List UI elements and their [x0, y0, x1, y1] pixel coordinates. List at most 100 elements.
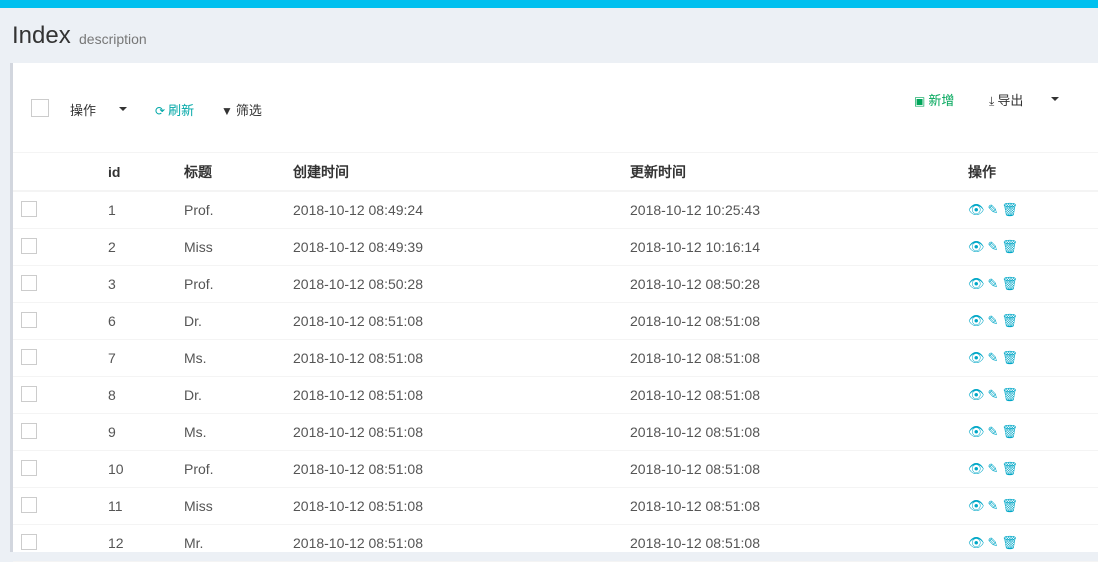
filter-button[interactable]: ▼ 筛选 [221, 100, 262, 119]
refresh-icon: ⟳ [155, 104, 166, 118]
filter-icon: ▼ [221, 104, 233, 118]
table-row: 3 Prof. 2018-10-12 08:50:28 2018-10-12 08:5… [13, 265, 1098, 303]
trash-icon[interactable]: 🗑 [1001, 387, 1019, 403]
table-header-row: id 标题 创建时间 更新时间 操作 [13, 152, 1098, 192]
cell-title: Ms. [184, 413, 293, 451]
trash-icon[interactable]: 🗑 [1001, 535, 1019, 551]
edit-icon[interactable]: ✎ [988, 202, 1000, 218]
cell-updated: 2018-10-12 08:50:28 [630, 265, 968, 303]
trash-icon[interactable]: 🗑 [1001, 424, 1019, 440]
cell-title: Mr. [184, 524, 293, 562]
row-checkbox[interactable] [21, 311, 37, 328]
data-table: id 标题 创建时间 更新时间 操作 1 Prof. 2018-10-12 08:4… [13, 152, 1098, 562]
eye-icon[interactable]: 👁 [968, 350, 986, 366]
new-label: 新增 [928, 93, 955, 108]
row-checkbox[interactable] [21, 237, 37, 254]
column-header-created: 创建时间 [293, 152, 630, 192]
eye-icon[interactable]: 👁 [968, 387, 986, 403]
grid-box: 操作 ⟳ 刷新 ▼ 筛选 ▣ 新增 ⤓ 导出 id 标题 创建时间 更新时间 操作 [10, 63, 1098, 562]
cell-created: 2018-10-12 08:51:08 [293, 413, 630, 451]
row-checkbox-cell [13, 302, 108, 340]
edit-icon[interactable]: ✎ [988, 535, 1000, 551]
trash-icon[interactable]: 🗑 [1001, 202, 1019, 218]
header-checkbox-cell [13, 152, 108, 192]
batch-actions-label: 操作 [70, 103, 97, 118]
eye-icon[interactable]: 👁 [968, 424, 986, 440]
batch-actions-button[interactable]: 操作 [70, 100, 96, 119]
column-header-updated: 更新时间 [630, 152, 968, 192]
cell-updated: 2018-10-12 08:51:08 [630, 376, 968, 414]
export-caret-down-icon[interactable] [1051, 97, 1059, 101]
cell-created: 2018-10-12 08:50:28 [293, 265, 630, 303]
row-checkbox[interactable] [21, 348, 37, 365]
table-row: 10 Prof. 2018-10-12 08:51:08 2018-10-12 08:… [13, 450, 1098, 488]
column-header-actions: 操作 [968, 152, 1098, 192]
edit-icon[interactable]: ✎ [988, 498, 1000, 514]
eye-icon[interactable]: 👁 [968, 498, 986, 514]
row-checkbox[interactable] [21, 274, 37, 291]
cell-created: 2018-10-12 08:49:24 [293, 191, 630, 229]
row-checkbox[interactable] [21, 385, 37, 402]
trash-icon[interactable]: 🗑 [1001, 461, 1019, 477]
edit-icon[interactable]: ✎ [988, 387, 1000, 403]
eye-icon[interactable]: 👁 [968, 461, 986, 477]
row-checkbox[interactable] [21, 496, 37, 513]
row-checkbox[interactable] [21, 459, 37, 476]
edit-icon[interactable]: ✎ [988, 461, 1000, 477]
row-actions: 👁 ✎ 🗑 [968, 265, 1098, 303]
edit-icon[interactable]: ✎ [988, 239, 1000, 255]
table-row: 1 Prof. 2018-10-12 08:49:24 2018-10-12 10:2… [13, 191, 1098, 229]
table-row: 7 Ms. 2018-10-12 08:51:08 2018-10-12 08:51:… [13, 339, 1098, 377]
eye-icon[interactable]: 👁 [968, 313, 986, 329]
column-header-id[interactable]: id [108, 152, 184, 192]
cell-updated: 2018-10-12 08:51:08 [630, 339, 968, 377]
cell-updated: 2018-10-12 10:25:43 [630, 191, 968, 229]
cell-id: 12 [108, 524, 184, 562]
cell-title: Miss [184, 487, 293, 525]
trash-icon[interactable]: 🗑 [1001, 350, 1019, 366]
content-header: Index description [0, 8, 1098, 63]
new-button[interactable]: ▣ 新增 [914, 90, 954, 109]
cell-title: Prof. [184, 450, 293, 488]
row-checkbox[interactable] [21, 422, 37, 439]
download-icon: ⤓ [989, 94, 995, 108]
select-all-checkbox[interactable] [31, 99, 49, 117]
row-actions: 👁 ✎ 🗑 [968, 228, 1098, 266]
trash-icon[interactable]: 🗑 [1001, 276, 1019, 292]
eye-icon[interactable]: 👁 [968, 276, 986, 292]
row-checkbox-cell [13, 524, 108, 562]
row-checkbox-cell [13, 191, 108, 229]
row-checkbox-cell [13, 339, 108, 377]
cell-created: 2018-10-12 08:51:08 [293, 376, 630, 414]
trash-icon[interactable]: 🗑 [1001, 313, 1019, 329]
cell-title: Dr. [184, 376, 293, 414]
edit-icon[interactable]: ✎ [988, 350, 1000, 366]
eye-icon[interactable]: 👁 [968, 202, 986, 218]
cell-id: 6 [108, 302, 184, 340]
edit-icon[interactable]: ✎ [988, 276, 1000, 292]
filter-label: 筛选 [235, 103, 262, 118]
row-checkbox-cell [13, 228, 108, 266]
row-checkbox-cell [13, 265, 108, 303]
row-checkbox[interactable] [21, 533, 37, 550]
cell-id: 1 [108, 191, 184, 229]
row-actions: 👁 ✎ 🗑 [968, 524, 1098, 562]
cell-created: 2018-10-12 08:51:08 [293, 302, 630, 340]
trash-icon[interactable]: 🗑 [1001, 239, 1019, 255]
edit-icon[interactable]: ✎ [988, 424, 1000, 440]
refresh-button[interactable]: ⟳ 刷新 [155, 100, 194, 119]
table-row: 11 Miss 2018-10-12 08:51:08 2018-10-12 08:5… [13, 487, 1098, 525]
cell-id: 11 [108, 487, 184, 525]
trash-icon[interactable]: 🗑 [1001, 498, 1019, 514]
caret-down-icon[interactable] [119, 107, 127, 111]
row-checkbox[interactable] [21, 200, 37, 217]
table-row: 6 Dr. 2018-10-12 08:51:08 2018-10-12 08:51:… [13, 302, 1098, 340]
cell-created: 2018-10-12 08:51:08 [293, 524, 630, 562]
eye-icon[interactable]: 👁 [968, 535, 986, 551]
grid-toolbar: 操作 ⟳ 刷新 ▼ 筛选 ▣ 新增 ⤓ 导出 [13, 63, 1098, 152]
cell-updated: 2018-10-12 08:51:08 [630, 450, 968, 488]
eye-icon[interactable]: 👁 [968, 239, 986, 255]
edit-icon[interactable]: ✎ [988, 313, 1000, 329]
top-accent-bar [0, 0, 1098, 8]
export-button[interactable]: ⤓ 导出 [989, 90, 1023, 109]
